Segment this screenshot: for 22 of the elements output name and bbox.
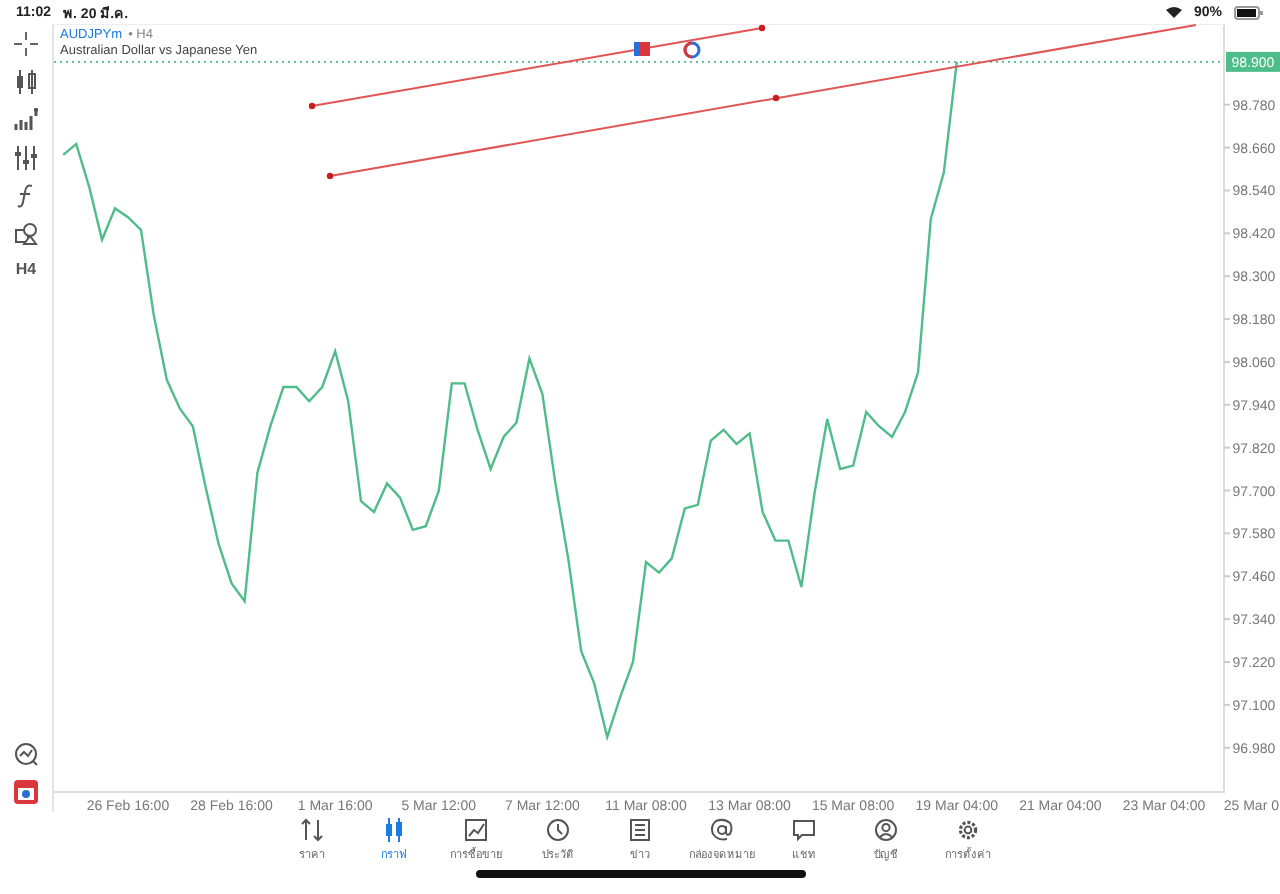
sliders-icon[interactable] <box>14 146 38 170</box>
bar-chart-icon[interactable] <box>14 108 38 132</box>
function-icon[interactable] <box>14 184 38 208</box>
circle-marker-icon[interactable] <box>683 41 701 59</box>
candlestick-icon <box>382 818 406 842</box>
at-sign-icon <box>710 818 734 842</box>
settings-icon <box>956 818 980 842</box>
wifi-icon <box>1165 6 1182 18</box>
chart-search-icon[interactable] <box>14 742 38 766</box>
newspaper-icon <box>628 818 652 842</box>
timeframe-button[interactable]: H4 <box>15 260 37 278</box>
arrows-icon <box>300 818 324 842</box>
user-icon <box>874 818 898 842</box>
battery-icon <box>1234 5 1264 19</box>
chat-bubble-icon <box>792 818 816 842</box>
app-logo-icon[interactable] <box>14 780 38 804</box>
candlestick-icon[interactable] <box>14 70 38 94</box>
shapes-icon[interactable] <box>14 222 38 246</box>
object-marker-icon[interactable] <box>634 42 650 56</box>
line-chart-icon <box>464 818 488 842</box>
crosshair-icon[interactable] <box>14 32 38 56</box>
clock-icon <box>546 818 570 842</box>
